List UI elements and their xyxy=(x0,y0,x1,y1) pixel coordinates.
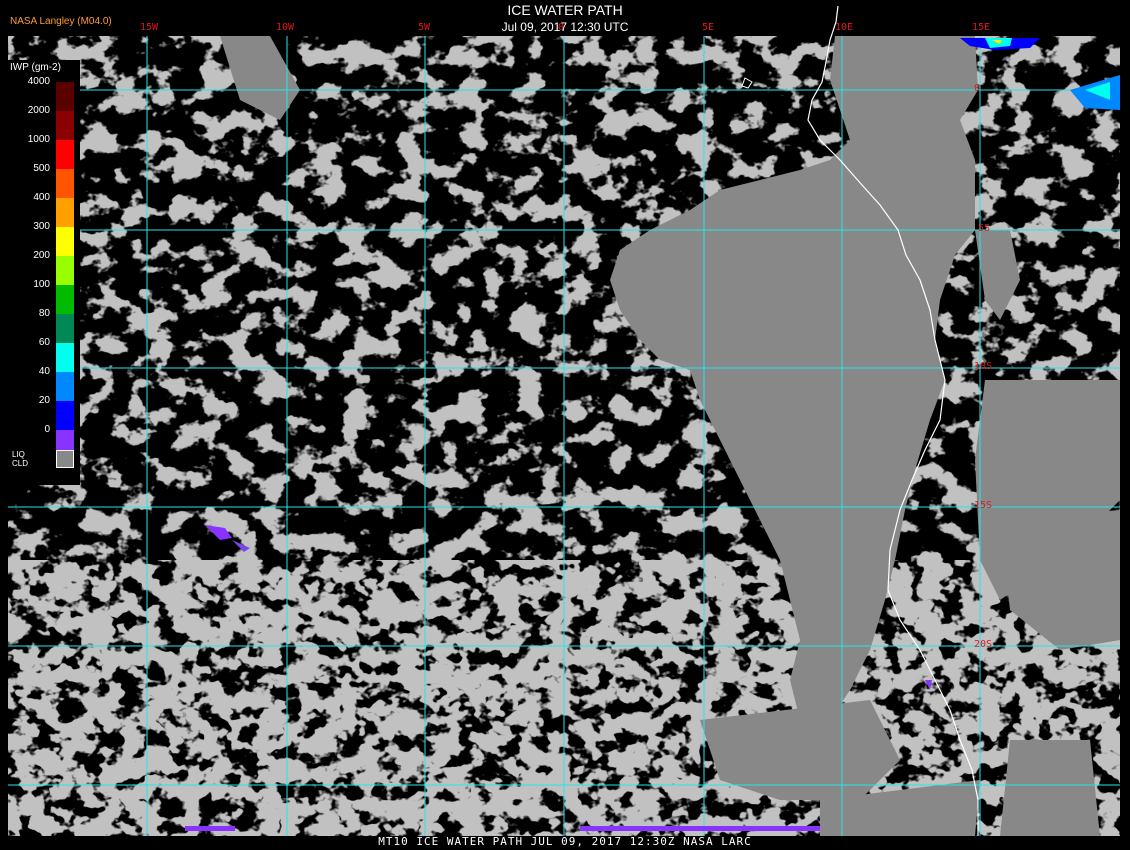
legend-tick-label: 20 xyxy=(38,395,50,406)
legend-tick-label: 60 xyxy=(38,337,50,348)
legend-color-swatch xyxy=(56,256,74,285)
legend-tick-label: 100 xyxy=(33,279,50,290)
legend-tick-label: 40 xyxy=(38,366,50,377)
legend-tick-label: 400 xyxy=(33,192,50,203)
lon-label-15e: 15E xyxy=(972,22,991,33)
legend-color-swatch xyxy=(56,169,74,198)
legend-tick-label: 1000 xyxy=(27,134,50,145)
lat-label-0: 0 xyxy=(974,83,981,94)
lon-label-5w: 5W xyxy=(418,22,431,33)
legend-color-swatch xyxy=(56,198,74,227)
legend-color-swatch xyxy=(56,82,74,111)
legend-tick-label: 2000 xyxy=(27,105,50,116)
legend-tick-label: 200 xyxy=(33,250,50,261)
footer-caption: MT10 ICE WATER PATH JUL 09, 2017 12:30Z … xyxy=(378,835,752,848)
lat-label-15s: 15S xyxy=(974,500,993,511)
iwp-legend: IWP (gm-2) 4000 2000 1000 500 400 300 200 100 80… xyxy=(8,60,80,485)
legend-tick-label: 80 xyxy=(38,308,50,319)
credit-label: NASA Langley (M04.0) xyxy=(10,16,112,27)
legend-tick-label: 300 xyxy=(33,221,50,232)
map-datetime: Jul 09, 2017 12:30 UTC xyxy=(501,20,629,34)
legend-color-swatch xyxy=(56,372,74,401)
lon-label-5e: 5E xyxy=(702,22,715,33)
legend-color-swatch xyxy=(56,111,74,140)
legend-cld-label: CLD xyxy=(12,459,29,468)
lon-label-15w: 15W xyxy=(140,22,159,33)
legend-color-swatch xyxy=(56,314,74,343)
legend-color-swatch xyxy=(56,140,74,169)
lat-label-20s: 20S xyxy=(974,639,993,650)
satellite-map xyxy=(0,0,1130,850)
lon-label-10e: 10E xyxy=(835,22,854,33)
legend-color-swatch xyxy=(56,227,74,256)
lat-label-5s: 5S xyxy=(978,223,991,234)
map-title: ICE WATER PATH xyxy=(507,2,623,18)
legend-liquid-cloud-swatch xyxy=(56,450,74,468)
lon-label-10w: 10W xyxy=(276,22,295,33)
legend-color-swatch xyxy=(56,343,74,372)
legend-color-swatch xyxy=(56,285,74,314)
lon-label-0: 0 xyxy=(558,22,565,33)
legend-liq-label: LIQ xyxy=(12,450,25,459)
legend-tick-label: 500 xyxy=(33,163,50,174)
legend-tick-label: 4000 xyxy=(27,76,50,87)
legend-title: IWP (gm-2) xyxy=(10,62,61,73)
legend-tick-label: 0 xyxy=(44,424,50,435)
legend-color-swatch xyxy=(56,401,74,430)
lat-label-10s: 10S xyxy=(974,361,993,372)
